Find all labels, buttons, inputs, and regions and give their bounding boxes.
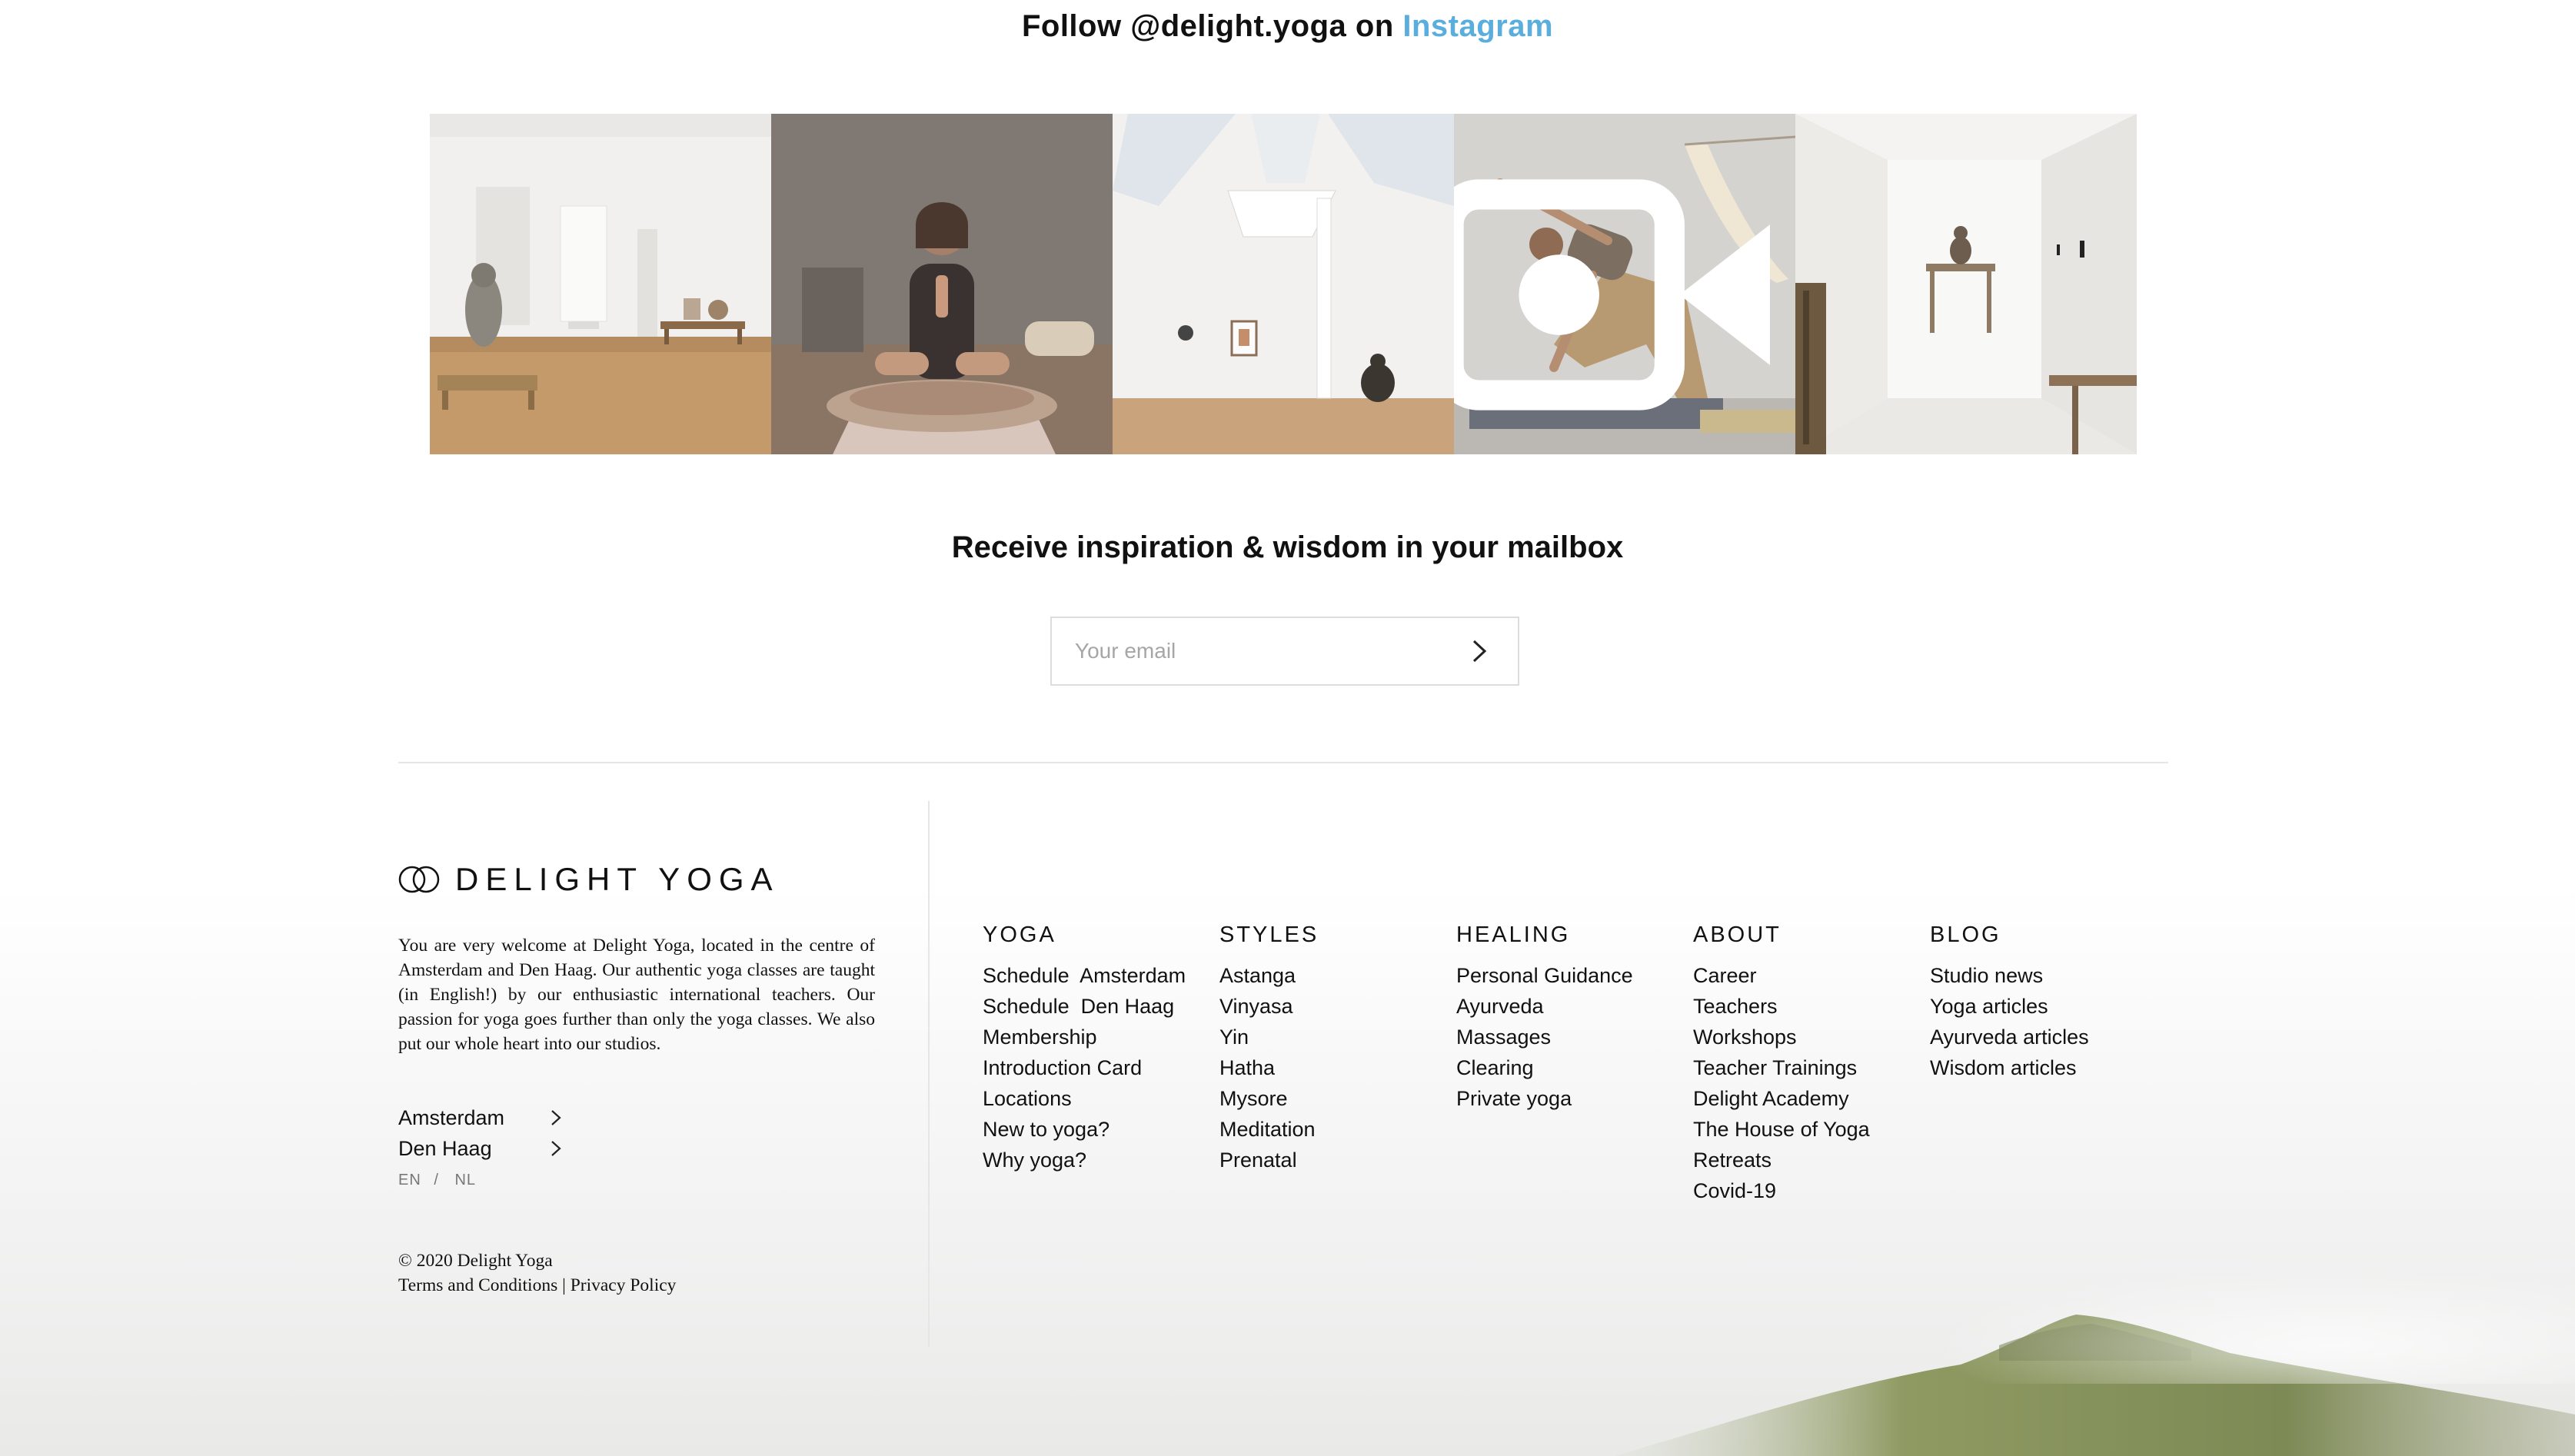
city-link-den-haag[interactable]: Den Haag bbox=[398, 1133, 563, 1164]
email-submit-button[interactable] bbox=[1464, 636, 1495, 667]
newsletter-heading: Receive inspiration & wisdom in your mai… bbox=[951, 530, 1624, 564]
footer-link[interactable]: Ayurveda bbox=[1456, 991, 1693, 1022]
footer-column-yoga: YOGA Schedule Amsterdam Schedule Den Haa… bbox=[983, 922, 1219, 1206]
footer-heading: YOGA bbox=[983, 922, 1056, 947]
instagram-link[interactable]: Instagram bbox=[1402, 9, 1553, 43]
footer-link[interactable]: Vinyasa bbox=[1219, 991, 1456, 1022]
footer-link[interactable]: Workshops bbox=[1693, 1022, 1930, 1052]
city-link-amsterdam[interactable]: Amsterdam bbox=[398, 1102, 563, 1133]
about-text: You are very welcome at Delight Yoga, lo… bbox=[398, 936, 875, 1054]
privacy-link[interactable]: Privacy Policy bbox=[571, 1275, 677, 1295]
footer-link[interactable]: Membership bbox=[983, 1022, 1219, 1052]
footer-link[interactable]: The House of Yoga bbox=[1693, 1114, 1930, 1145]
footer-link[interactable]: Locations bbox=[983, 1083, 1219, 1114]
city-links: Amsterdam Den Haag bbox=[398, 1102, 563, 1164]
footer-heading: ABOUT bbox=[1693, 922, 1782, 947]
footer-column-blog: BLOG Studio news Yoga articles Ayurveda … bbox=[1930, 922, 2167, 1206]
footer-link[interactable]: Studio news bbox=[1930, 960, 2167, 991]
footer-link[interactable]: Massages bbox=[1456, 1022, 1693, 1052]
chevron-right-icon bbox=[551, 1110, 561, 1125]
instagram-photo[interactable] bbox=[1795, 114, 2137, 454]
footer-link[interactable]: Clearing bbox=[1456, 1052, 1693, 1083]
email-input[interactable] bbox=[1075, 639, 1464, 663]
footer-column-healing: HEALING Personal Guidance Ayurveda Massa… bbox=[1456, 922, 1693, 1206]
logo-rings-icon bbox=[398, 866, 440, 893]
footer-column-divider bbox=[928, 801, 930, 1347]
legal-separator: | bbox=[562, 1275, 566, 1295]
language-en[interactable]: EN bbox=[398, 1172, 421, 1188]
video-icon bbox=[1454, 179, 1770, 411]
meditating-woman-image bbox=[771, 114, 1113, 454]
studio-interior-image bbox=[430, 114, 771, 454]
footer-link[interactable]: Yoga articles bbox=[1930, 991, 2167, 1022]
footer-link[interactable]: Covid-19 bbox=[1693, 1175, 1930, 1206]
footer-link[interactable]: Delight Academy bbox=[1693, 1083, 1930, 1114]
footer-link[interactable]: Wisdom articles bbox=[1930, 1052, 2167, 1083]
instagram-photo[interactable] bbox=[430, 114, 771, 454]
city-link-label: Den Haag bbox=[398, 1136, 492, 1160]
footer-link[interactable]: Personal Guidance bbox=[1456, 960, 1693, 991]
footer-link[interactable]: Schedule Amsterdam bbox=[983, 960, 1219, 991]
brand-logo[interactable]: DELIGHT YOGA bbox=[398, 861, 780, 898]
studio-hallway-image bbox=[1795, 114, 2137, 454]
newsletter-form bbox=[1050, 617, 1519, 686]
page: Follow @delight.yoga on Instagram Receiv… bbox=[0, 0, 2575, 1456]
chevron-right-icon bbox=[1472, 640, 1487, 663]
instagram-heading: Follow @delight.yoga on Instagram bbox=[0, 9, 2575, 44]
footer-nav: YOGA Schedule Amsterdam Schedule Den Haa… bbox=[983, 922, 2167, 1206]
city-link-label: Amsterdam bbox=[398, 1105, 505, 1129]
footer-link[interactable]: Introduction Card bbox=[983, 1052, 1219, 1083]
footer-link[interactable]: Career bbox=[1693, 960, 1930, 991]
footer-link[interactable]: Hatha bbox=[1219, 1052, 1456, 1083]
footer-link[interactable]: Yin bbox=[1219, 1022, 1456, 1052]
footer-heading: STYLES bbox=[1219, 922, 1319, 947]
language-separator: / bbox=[434, 1172, 439, 1188]
footer-link[interactable]: Ayurveda articles bbox=[1930, 1022, 2167, 1052]
footer-link[interactable]: Retreats bbox=[1693, 1145, 1930, 1175]
instagram-photo[interactable] bbox=[771, 114, 1113, 454]
language-switcher: EN / NL bbox=[398, 1172, 476, 1189]
footer-link[interactable]: New to yoga? bbox=[983, 1114, 1219, 1145]
footer-column-about: ABOUT Career Teachers Workshops Teacher … bbox=[1693, 922, 1930, 1206]
footer-link[interactable]: Astanga bbox=[1219, 960, 1456, 991]
footer-link[interactable]: Teacher Trainings bbox=[1693, 1052, 1930, 1083]
instagram-gallery bbox=[430, 114, 2137, 454]
terms-link[interactable]: Terms and Conditions bbox=[398, 1275, 557, 1295]
footer-heading: HEALING bbox=[1456, 922, 1571, 947]
footer-link[interactable]: Mysore bbox=[1219, 1083, 1456, 1114]
copyright: © 2020 Delight Yoga bbox=[398, 1251, 553, 1271]
footer-heading: BLOG bbox=[1930, 922, 2001, 947]
footer-link[interactable]: Meditation bbox=[1219, 1114, 1456, 1145]
footer-link[interactable]: Schedule Den Haag bbox=[983, 991, 1219, 1022]
instagram-photo[interactable] bbox=[1113, 114, 1454, 454]
footer-link[interactable]: Why yoga? bbox=[983, 1145, 1219, 1175]
footer-divider bbox=[398, 762, 2168, 763]
language-nl[interactable]: NL bbox=[454, 1172, 476, 1188]
legal-info: © 2020 Delight Yoga Terms and Conditions… bbox=[398, 1248, 676, 1298]
instagram-heading-text: Follow @delight.yoga on bbox=[1021, 9, 1403, 43]
brand-name: DELIGHT YOGA bbox=[455, 861, 780, 897]
footer-link[interactable]: Teachers bbox=[1693, 991, 1930, 1022]
footer-link[interactable]: Private yoga bbox=[1456, 1083, 1693, 1114]
footer-link[interactable]: Prenatal bbox=[1219, 1145, 1456, 1175]
footer-column-styles: STYLES Astanga Vinyasa Yin Hatha Mysore … bbox=[1219, 922, 1456, 1206]
instagram-photo[interactable] bbox=[1454, 114, 1795, 454]
studio-skylights-image bbox=[1113, 114, 1454, 454]
chevron-right-icon bbox=[551, 1141, 561, 1156]
